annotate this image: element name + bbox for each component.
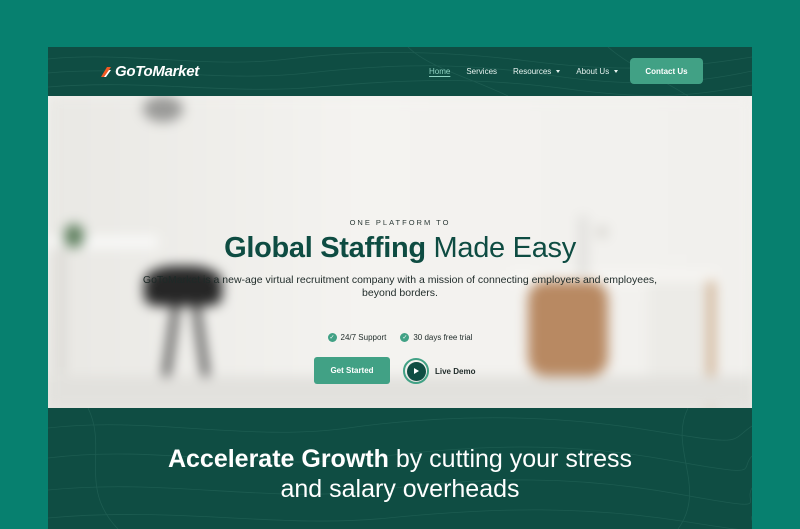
hero-section: ONE PLATFORM TO Global Staffing Made Eas… xyxy=(48,96,752,408)
site-header: GoToMarket Home Services Resources About… xyxy=(48,47,752,96)
live-demo-label: Live Demo xyxy=(435,366,476,376)
hero-features: ✓ 24/7 Support ✓ 30 days free trial xyxy=(48,333,752,342)
get-started-button[interactable]: Get Started xyxy=(314,357,390,384)
feature-support-label: 24/7 Support xyxy=(340,333,387,342)
hero-headline-bold: Global Staffing xyxy=(224,232,426,264)
check-icon: ✓ xyxy=(327,333,337,342)
nav-about-us-label: About Us xyxy=(576,67,610,76)
section-title-rest: by cutting your stress xyxy=(395,445,633,473)
hero-headline: Global Staffing Made Easy xyxy=(48,232,752,265)
nav-resources-label: Resources xyxy=(513,67,552,76)
nav-home-label: Home xyxy=(429,67,451,76)
chevron-down-icon xyxy=(614,70,619,73)
nav-home[interactable]: Home xyxy=(429,67,450,76)
hero-subtitle: GoToMarket is a new-age virtual recruitm… xyxy=(142,274,658,299)
play-button[interactable] xyxy=(403,358,429,384)
nav-services-label: Services xyxy=(466,67,498,76)
nav-resources[interactable]: Resources xyxy=(513,67,561,76)
brand-logo[interactable]: GoToMarket xyxy=(100,63,199,80)
hero-headline-rest: Made Easy xyxy=(433,232,577,264)
chevron-down-icon xyxy=(556,70,561,73)
nav-services[interactable]: Services xyxy=(466,67,497,76)
value-proposition-section: Accelerate Growth by cutting your stress… xyxy=(48,408,752,529)
live-demo-button[interactable]: Live Demo xyxy=(403,357,475,385)
feature-trial-label: 30 days free trial xyxy=(413,333,473,342)
logo-mark-icon xyxy=(101,66,111,77)
section-title-bold: Accelerate Growth xyxy=(167,445,389,473)
main-nav: Home Services Resources About Us xyxy=(429,47,634,96)
section-title-line2: and salary overheads xyxy=(280,475,520,503)
section-title: Accelerate Growth by cutting your stress… xyxy=(48,444,752,504)
brand-name: GoToMarket xyxy=(115,63,199,80)
landing-page-frame: GoToMarket Home Services Resources About… xyxy=(48,47,752,529)
nav-about-us[interactable]: About Us xyxy=(576,67,619,76)
hero-content: ONE PLATFORM TO Global Staffing Made Eas… xyxy=(48,96,752,408)
check-icon: ✓ xyxy=(400,333,410,342)
hero-eyebrow: ONE PLATFORM TO xyxy=(349,218,451,227)
hero-cta-row: Get Started Live Demo xyxy=(48,357,752,385)
play-icon xyxy=(406,361,426,381)
feature-trial: ✓ 30 days free trial xyxy=(400,333,472,342)
contact-us-button[interactable]: Contact Us xyxy=(630,58,703,84)
feature-support: ✓ 24/7 Support xyxy=(327,333,387,342)
